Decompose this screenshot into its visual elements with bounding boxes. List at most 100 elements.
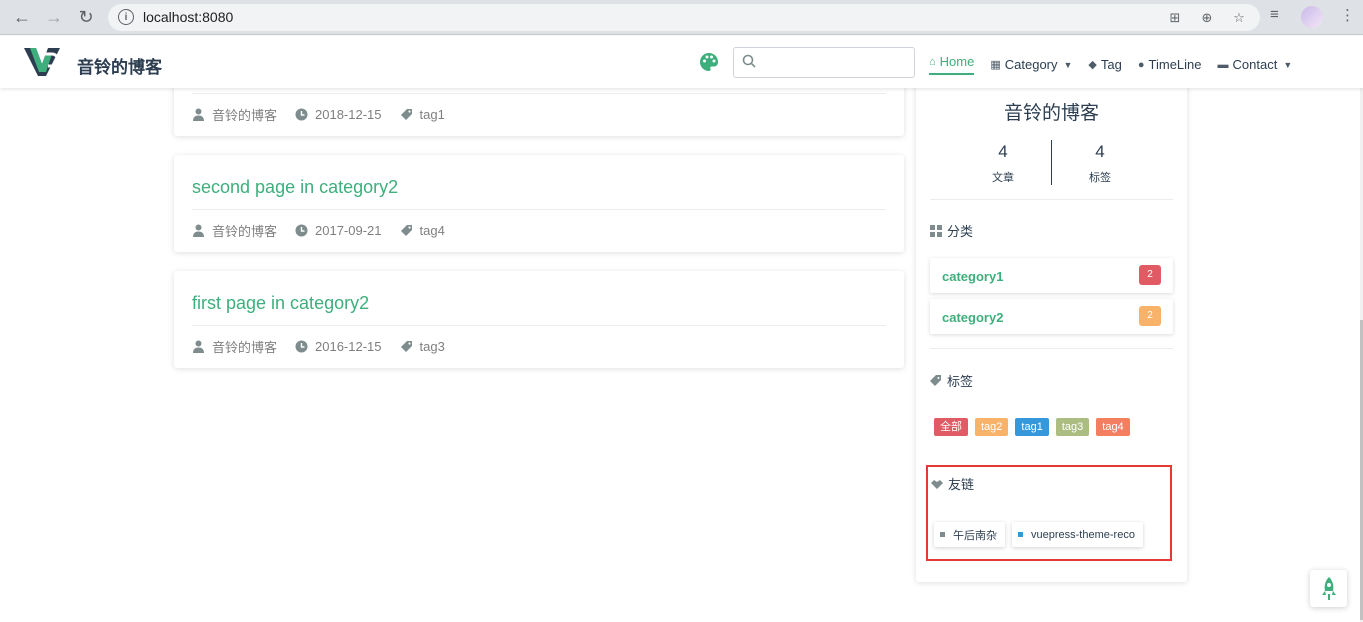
date-label: 2016-12-15 bbox=[315, 339, 382, 354]
post-tag[interactable]: tag3 bbox=[400, 337, 445, 356]
stat-tags: 4 标签 bbox=[1040, 142, 1160, 185]
date-label: 2018-12-15 bbox=[315, 107, 382, 122]
stat-label: 标签 bbox=[1089, 172, 1111, 184]
post-card[interactable]: second page in category2 音铃的博客 2017-09-2… bbox=[174, 155, 904, 252]
nav-item-contact[interactable]: ▬ Contact ▼ bbox=[1218, 54, 1293, 75]
tag-label[interactable]: tag1 bbox=[420, 107, 445, 122]
clock-icon bbox=[295, 224, 308, 237]
post-card[interactable]: first page in category2 音铃的博客 2016-12-15… bbox=[174, 271, 904, 368]
site-title[interactable]: 音铃的博客 bbox=[77, 53, 162, 78]
address-bar[interactable]: i localhost:8080 ⊞ ⊕ ☆ bbox=[108, 4, 1260, 31]
nav-label: Contact bbox=[1232, 57, 1278, 72]
media-icon[interactable]: ≡ bbox=[1270, 6, 1279, 23]
tag-cloud: 全部 tag2 tag1 tag3 tag4 bbox=[934, 418, 1137, 436]
search-input[interactable] bbox=[733, 47, 915, 78]
forward-icon[interactable]: → bbox=[42, 5, 66, 29]
card-divider bbox=[192, 325, 886, 326]
browser-toolbar: ← → ↻ i localhost:8080 ⊞ ⊕ ☆ ≡ ⋮ bbox=[0, 0, 1363, 35]
tag-chip[interactable]: tag1 bbox=[1015, 418, 1049, 436]
nav-item-category[interactable]: ▦ Category ▼ bbox=[990, 54, 1072, 75]
post-title[interactable]: first page in category2 bbox=[192, 293, 369, 314]
post-author: 音铃的博客 bbox=[192, 221, 277, 240]
tag-label[interactable]: tag3 bbox=[420, 339, 445, 354]
clock-icon: ● bbox=[1137, 58, 1145, 71]
info-icon[interactable]: i bbox=[118, 9, 134, 25]
clock-icon bbox=[295, 340, 308, 353]
post-meta: 音铃的博客 2016-12-15 tag3 bbox=[192, 337, 463, 356]
heading-label: 分类 bbox=[947, 224, 974, 239]
category-name[interactable]: category1 bbox=[942, 269, 1003, 284]
address-url[interactable]: localhost:8080 bbox=[143, 9, 233, 25]
clock-icon bbox=[295, 108, 308, 121]
author-label: 音铃的博客 bbox=[212, 340, 278, 355]
chevron-down-icon: ▼ bbox=[1063, 59, 1073, 70]
search-icon bbox=[742, 54, 756, 68]
post-author: 音铃的博客 bbox=[192, 337, 277, 356]
sidebar-divider bbox=[930, 199, 1173, 200]
post-date: 2017-09-21 bbox=[295, 221, 382, 240]
tag-icon bbox=[400, 341, 412, 352]
menu-icon[interactable]: ⋮ bbox=[1340, 6, 1355, 24]
tag-chip[interactable]: tag3 bbox=[1055, 418, 1090, 436]
user-icon bbox=[193, 224, 204, 237]
grid-icon: ▦ bbox=[990, 59, 1001, 71]
blogger-name: 音铃的博客 bbox=[1003, 103, 1099, 124]
post-tag[interactable]: tag4 bbox=[400, 221, 445, 240]
site-navbar: 音铃的博客 ⌂ Home ▦ Category ▼ ◆ Tag ● TimeLi… bbox=[0, 36, 1363, 88]
post-tag[interactable]: tag1 bbox=[400, 105, 445, 124]
tag-icon bbox=[930, 374, 941, 386]
grid-icon bbox=[930, 224, 942, 237]
nav-label: Home bbox=[939, 54, 975, 69]
tag-icon bbox=[400, 109, 412, 120]
author-label: 音铃的博客 bbox=[212, 224, 278, 239]
reload-icon[interactable]: ↻ bbox=[74, 5, 98, 29]
translate-icon[interactable]: ⊞ bbox=[1168, 11, 1182, 25]
card-divider bbox=[192, 209, 886, 210]
palette-icon[interactable] bbox=[699, 52, 719, 72]
back-to-top-button[interactable] bbox=[1310, 570, 1347, 607]
nav-item-home[interactable]: ⌂ Home bbox=[929, 54, 975, 75]
tag-icon: ◆ bbox=[1088, 59, 1097, 71]
message-icon: ▬ bbox=[1217, 58, 1229, 71]
logo-icon[interactable] bbox=[22, 44, 62, 78]
nav-label: Tag bbox=[1100, 57, 1122, 72]
zoom-icon[interactable]: ⊕ bbox=[1200, 11, 1214, 25]
star-icon[interactable]: ☆ bbox=[1232, 11, 1246, 25]
post-meta: 音铃的博客 2018-12-15 tag1 bbox=[192, 105, 463, 124]
category-name[interactable]: category2 bbox=[942, 310, 1003, 325]
tag-chip[interactable]: tag2 bbox=[975, 418, 1009, 436]
tag-heading: 标签 bbox=[930, 371, 973, 390]
nav-label: Category bbox=[1004, 57, 1058, 72]
date-label: 2017-09-21 bbox=[315, 223, 382, 238]
back-icon[interactable]: ← bbox=[10, 5, 34, 29]
nav-item-tag[interactable]: ◆ Tag bbox=[1088, 54, 1121, 75]
home-icon: ⌂ bbox=[929, 55, 936, 68]
tag-label[interactable]: tag4 bbox=[420, 223, 445, 238]
tag-chip[interactable]: tag4 bbox=[1096, 418, 1130, 436]
chevron-down-icon: ▼ bbox=[1283, 59, 1293, 70]
tag-all[interactable]: 全部 bbox=[934, 418, 968, 436]
stat-number: 4 bbox=[1095, 142, 1105, 161]
nav-links: ⌂ Home ▦ Category ▼ ◆ Tag ● TimeLine ▬ C… bbox=[929, 54, 1308, 75]
tag-icon bbox=[400, 225, 412, 236]
card-divider bbox=[192, 93, 886, 94]
nav-item-timeline[interactable]: ● TimeLine bbox=[1138, 54, 1202, 75]
rocket-icon bbox=[1321, 576, 1336, 600]
author-label: 音铃的博客 bbox=[212, 108, 278, 123]
category-count-badge: 2 bbox=[1139, 306, 1161, 326]
post-date: 2018-12-15 bbox=[295, 105, 382, 124]
heading-label: 标签 bbox=[947, 374, 974, 389]
avatar[interactable] bbox=[1301, 6, 1323, 28]
category-count-badge: 2 bbox=[1139, 265, 1161, 285]
category-item[interactable]: category2 2 bbox=[930, 299, 1173, 334]
highlight-box bbox=[926, 465, 1172, 561]
post-date: 2016-12-15 bbox=[295, 337, 382, 356]
sidebar-divider bbox=[930, 348, 1173, 349]
user-icon bbox=[193, 108, 204, 121]
post-title[interactable]: second page in category2 bbox=[192, 177, 398, 198]
post-meta: 音铃的博客 2017-09-21 tag4 bbox=[192, 221, 463, 240]
category-item[interactable]: category1 2 bbox=[930, 258, 1173, 293]
category-heading: 分类 bbox=[930, 221, 973, 240]
post-author: 音铃的博客 bbox=[192, 105, 277, 124]
nav-label: TimeLine bbox=[1148, 57, 1202, 72]
